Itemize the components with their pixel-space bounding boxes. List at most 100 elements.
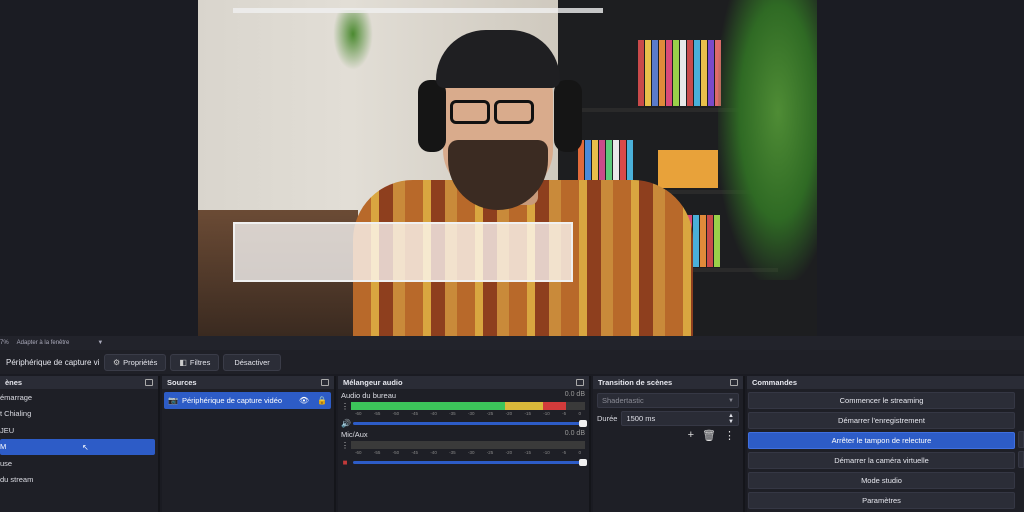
meter-tick-label: -10	[543, 411, 550, 416]
kebab-menu-icon[interactable]: ⋮	[341, 441, 349, 450]
kebab-menu-icon[interactable]: ⋮	[724, 429, 735, 442]
control-button-label: Démarrer la caméra virtuelle	[834, 456, 929, 465]
meter-tick-label: -15	[524, 411, 531, 416]
transition-select[interactable]: Shadertastic ▼	[597, 393, 739, 408]
virtual-cam-settings-side-button[interactable]	[1018, 451, 1024, 468]
kebab-menu-icon[interactable]: ⋮	[341, 402, 349, 411]
scene-list: émarrage t Chialing JEU M ↖ use du stream	[0, 389, 158, 488]
channel-name: Mic/Aux	[341, 430, 368, 439]
control-buttons: Commencer le streaming Démarrer l'enregis…	[747, 392, 1024, 509]
meter-ticks: -60 -55 -50 -45 -40 -35 -30 -25 -20 -15 -10 -5 0	[341, 450, 585, 457]
transition-glitch-line	[233, 8, 603, 13]
volume-row: ■	[341, 457, 587, 467]
controls-dock: Commandes Commencer le streaming Démarrer…	[747, 376, 1024, 512]
mouse-cursor-icon: ↖	[82, 442, 89, 452]
eye-icon[interactable]: 👁	[299, 396, 309, 405]
scene-item[interactable]: t Chialing	[0, 406, 158, 423]
control-button-label: Mode studio	[861, 476, 902, 485]
plant	[718, 0, 817, 280]
transition-glitch-overlay	[233, 222, 573, 282]
volume-meter	[351, 402, 585, 410]
meter-tick-label: -35	[449, 450, 456, 455]
transitions-dock-header: Transition de scènes	[593, 376, 743, 389]
mixer-channel: Mic/Aux 0.0 dB ⋮ -60 -55 -50 -45 -40 -35 -30 -25 -2…	[338, 428, 589, 467]
control-button[interactable]: Commencer le streaming	[748, 392, 1015, 409]
headphone-right	[554, 80, 582, 152]
duration-value: 1500 ms	[626, 414, 656, 423]
scenes-dock-title: ènes	[5, 378, 23, 387]
scene-item-label: du stream	[0, 475, 34, 485]
chevron-down-icon: ▼	[728, 397, 734, 404]
meter-tick-label: -55	[373, 411, 381, 416]
controls-dock-title: Commandes	[752, 378, 798, 387]
meter-tick-label: -5	[562, 411, 567, 416]
scene-item[interactable]: émarrage	[0, 389, 158, 406]
mixer-dock-header: Mélangeur audio	[338, 376, 589, 389]
scene-item[interactable]: JEU	[0, 422, 158, 439]
undock-icon[interactable]	[145, 379, 153, 386]
volume-meter	[351, 441, 585, 449]
game-box	[658, 150, 718, 190]
replay-save-side-button[interactable]	[1018, 431, 1024, 448]
meter-tick-label: -60	[355, 411, 362, 416]
control-button[interactable]: Paramètres	[748, 492, 1015, 509]
controls-dock-header: Commandes	[747, 376, 1024, 389]
meter-tick-label: -15	[524, 450, 531, 455]
control-button[interactable]: Démarrer la caméra virtuelle	[748, 452, 1015, 469]
mixer-channels: Audio du bureau 0.0 dB ⋮ -60 -55 -50 -45 -40 -35…	[338, 389, 589, 467]
lock-icon[interactable]: 🔒	[317, 396, 327, 405]
obs-window: 7% Adapter à la fenêtre ▼ Périphérique d…	[0, 0, 1024, 512]
source-item[interactable]: 📷 Périphérique de capture vidéo 👁 🔒	[164, 392, 331, 409]
speaker-muted-icon[interactable]: ■	[341, 458, 349, 467]
zoom-mode-label: Adapter à la fenêtre	[16, 340, 70, 346]
control-button[interactable]: Démarrer l'enregistrement	[748, 412, 1015, 429]
control-button[interactable]: Mode studio	[748, 472, 1015, 489]
control-button-label: Démarrer l'enregistrement	[838, 416, 925, 425]
speaker-icon[interactable]: 🔊	[341, 419, 351, 428]
volume-row: 🔊	[341, 418, 587, 428]
plus-icon[interactable]: +	[688, 429, 694, 442]
channel-header: Audio du bureau 0.0 dB	[341, 391, 585, 401]
properties-button[interactable]: ⚙ Propriétés	[104, 353, 167, 371]
scene-item[interactable]: M ↖	[0, 438, 155, 455]
undock-icon[interactable]	[321, 379, 329, 386]
meter-tick-label: -30	[467, 411, 475, 416]
channel-header: Mic/Aux 0.0 dB	[341, 430, 585, 440]
filter-icon: ◧	[179, 357, 187, 367]
meter-level-fill	[542, 402, 567, 410]
meter-tick-label: -45	[411, 450, 418, 455]
sources-dock: Sources 📷 Périphérique de capture vidéo …	[162, 376, 336, 512]
scene-item[interactable]: use	[0, 455, 158, 472]
volume-slider-handle[interactable]	[579, 458, 587, 466]
filters-button[interactable]: ◧ Filtres	[170, 353, 220, 371]
mixer-dock-title: Mélangeur audio	[343, 378, 403, 387]
zoom-select[interactable]: Adapter à la fenêtre ▼	[17, 340, 104, 346]
volume-slider[interactable]	[353, 458, 587, 466]
undock-icon[interactable]	[730, 379, 738, 386]
mixer-channel: Audio du bureau 0.0 dB ⋮ -60 -55 -50 -45 -40 -35…	[338, 389, 589, 428]
transition-actions: + 🗑 ⋮	[593, 429, 735, 442]
camera-icon: 📷	[168, 396, 178, 405]
disable-label: Désactiver	[234, 357, 270, 367]
volume-slider-handle[interactable]	[579, 419, 587, 427]
meter-row: ⋮	[341, 401, 585, 411]
preview-zoom-bar: 7% Adapter à la fenêtre ▼	[0, 336, 1024, 350]
scene-item-label: JEU	[0, 425, 15, 435]
source-toolbar: Périphérique de capture vi ⚙ Propriétés …	[0, 350, 1024, 374]
disable-button[interactable]: Désactiver	[223, 353, 281, 371]
control-button-label: Arrêter le tampon de relecture	[831, 436, 932, 445]
sources-dock-title: Sources	[167, 378, 197, 387]
scene-item-label: émarrage	[0, 392, 33, 402]
spinner-arrows-icon[interactable]: ▲ ▼	[728, 413, 734, 425]
duration-input[interactable]: 1500 ms ▲ ▼	[621, 411, 739, 426]
trash-icon[interactable]: 🗑	[702, 429, 716, 442]
meter-tick-label: -30	[467, 450, 475, 455]
meter-level-fill	[351, 402, 506, 410]
channel-db: 0.0 dB	[564, 391, 585, 398]
preview-canvas[interactable]	[198, 0, 817, 336]
control-button[interactable]: Arrêter le tampon de relecture	[748, 432, 1015, 449]
volume-slider[interactable]	[353, 419, 587, 427]
transitions-dock: Transition de scènes Shadertastic ▼ Duré…	[593, 376, 745, 512]
undock-icon[interactable]	[576, 379, 584, 386]
scene-item[interactable]: du stream	[0, 472, 158, 489]
